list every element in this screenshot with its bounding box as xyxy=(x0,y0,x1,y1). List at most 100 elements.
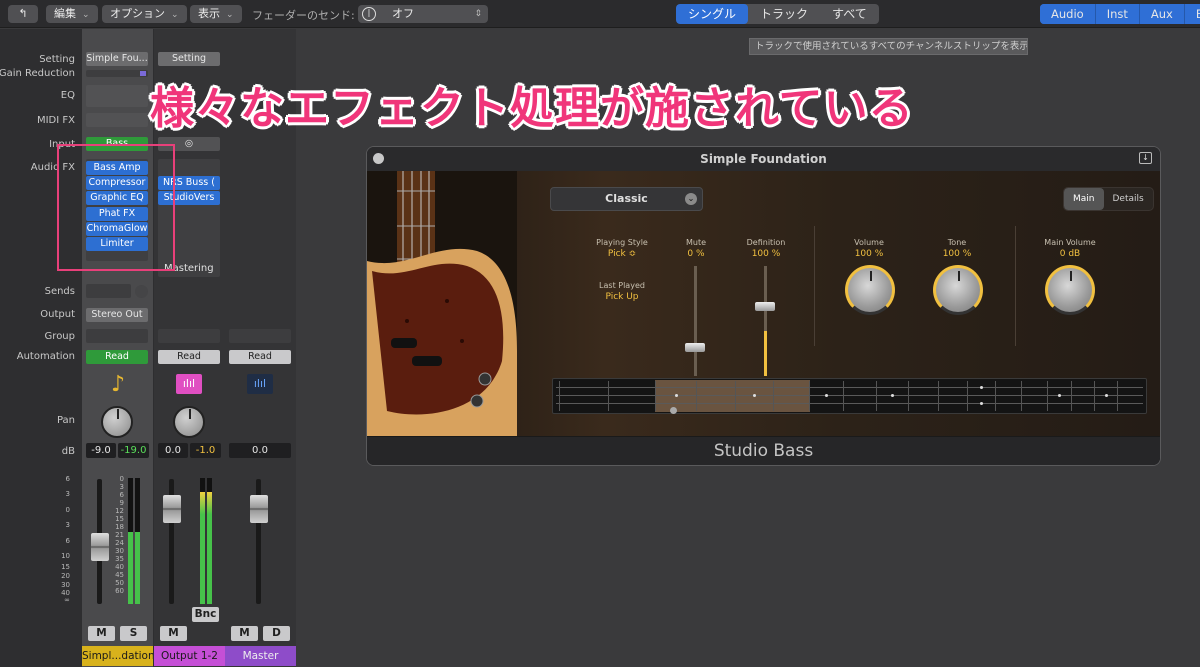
filter-inst[interactable]: Inst xyxy=(1094,4,1139,24)
main-volume-knob[interactable] xyxy=(1045,265,1095,315)
mute-label: Mute xyxy=(685,238,707,247)
fretboard-display[interactable] xyxy=(552,378,1147,414)
automation-button[interactable]: Read xyxy=(86,350,148,364)
fret-line xyxy=(908,381,909,411)
label-pan: Pan xyxy=(56,415,75,426)
send-knob[interactable] xyxy=(135,285,148,298)
volume-value[interactable]: -9.0 xyxy=(86,443,116,458)
output-button[interactable]: Stereo Out xyxy=(86,308,148,322)
fret-marker xyxy=(1105,394,1108,397)
fader-send-value: オフ xyxy=(392,7,414,20)
filter-bus[interactable]: B xyxy=(1183,4,1200,24)
channel-strip-simple-foundation: Simple Fou... Bass Bass Amp Compressor G… xyxy=(82,29,153,667)
bounce-button[interactable]: Bnc xyxy=(192,607,219,622)
definition-value: 100 % xyxy=(751,249,781,259)
fret-line xyxy=(1071,381,1072,411)
mute-button[interactable]: M xyxy=(231,626,258,641)
fret-line xyxy=(559,381,560,411)
tab-track[interactable]: トラック xyxy=(748,4,820,24)
playing-style-value[interactable]: Pick ≎ xyxy=(592,249,652,259)
send-slot[interactable] xyxy=(86,284,131,298)
scale-tick: 3 xyxy=(65,521,70,529)
scale-tick: 6 xyxy=(65,537,70,545)
preset-dropdown[interactable]: Classic ⌄ xyxy=(550,187,703,211)
mute-button[interactable]: M xyxy=(88,626,115,641)
filter-aux[interactable]: Aux xyxy=(1138,4,1184,24)
mute-button[interactable]: M xyxy=(160,626,187,641)
fretboard-position-handle[interactable] xyxy=(670,407,677,414)
pan-knob[interactable] xyxy=(173,406,205,438)
volume-knob[interactable] xyxy=(845,265,895,315)
download-icon[interactable]: ↓ xyxy=(1139,152,1152,164)
setting-button[interactable]: Simple Fou... xyxy=(86,52,148,66)
mute-slider[interactable] xyxy=(685,343,705,352)
meter-tick: 50 xyxy=(115,579,124,587)
fret-marker xyxy=(753,394,756,397)
fret-line xyxy=(843,381,844,411)
meter-tick: 12 xyxy=(115,507,124,515)
channel-name[interactable]: Output 1-2 xyxy=(154,646,225,666)
fret-marker xyxy=(980,386,983,389)
eq-slot[interactable] xyxy=(86,85,148,107)
group-slot[interactable] xyxy=(229,329,291,343)
definition-slider[interactable] xyxy=(755,302,775,311)
volume-value[interactable]: 0.0 xyxy=(158,443,188,458)
level-meter-right xyxy=(135,478,140,604)
group-slot[interactable] xyxy=(158,329,220,343)
level-meter-right xyxy=(207,478,212,604)
fret-line xyxy=(809,381,810,411)
plugin-body: Classic ⌄ Main Details Playing Style Pick… xyxy=(367,171,1160,436)
waveform-icon: ılıl xyxy=(176,374,202,394)
meter-tick: 6 xyxy=(119,491,124,499)
filter-audio[interactable]: Audio xyxy=(1040,4,1095,24)
edit-menu[interactable]: 編集 ⌄ xyxy=(46,5,98,23)
tone-knob[interactable] xyxy=(933,265,983,315)
tab-single[interactable]: シングル xyxy=(676,4,749,24)
setting-button[interactable]: Setting xyxy=(158,52,220,66)
channel-name[interactable]: Simpl...dation xyxy=(82,646,153,666)
midi-fx-slot[interactable] xyxy=(86,113,148,127)
view-menu[interactable]: 表示 ⌄ xyxy=(190,5,242,23)
last-played-label: Last Played xyxy=(599,281,645,290)
fretboard-string xyxy=(556,395,1143,396)
volume-fader[interactable] xyxy=(91,533,109,561)
volume-label: Volume xyxy=(854,238,884,247)
meter-tick: 45 xyxy=(115,571,124,579)
automation-button[interactable]: Read xyxy=(158,350,220,364)
main-volume-label: Main Volume xyxy=(1044,238,1096,247)
label-automation: Automation xyxy=(16,351,75,362)
label-output: Output xyxy=(40,309,75,320)
solo-button[interactable]: S xyxy=(120,626,147,641)
pan-knob[interactable] xyxy=(101,406,133,438)
automation-button[interactable]: Read xyxy=(229,350,291,364)
edit-menu-label: 編集 xyxy=(54,7,76,20)
fader-send-select[interactable]: | オフ ⇕ xyxy=(358,5,488,23)
fret-marker xyxy=(891,394,894,397)
label-setting: Setting xyxy=(39,54,75,65)
dim-button[interactable]: D xyxy=(263,626,290,641)
preset-value: Classic xyxy=(605,192,648,205)
options-menu[interactable]: オプション ⌄ xyxy=(102,5,187,23)
volume-value[interactable]: 0.0 xyxy=(229,443,291,458)
tab-main[interactable]: Main xyxy=(1064,188,1104,210)
channel-filter: Audio Inst Aux B xyxy=(1040,4,1200,24)
group-slot[interactable] xyxy=(86,329,148,343)
back-arrow-icon[interactable]: ↰ xyxy=(8,5,38,23)
channel-name[interactable]: Master xyxy=(225,646,296,666)
fret-line xyxy=(773,381,774,411)
fret-line xyxy=(1094,381,1095,411)
bass-guitar-image xyxy=(367,171,517,436)
scale-tick: 30 xyxy=(61,581,70,589)
tab-all[interactable]: すべて xyxy=(820,4,879,24)
label-gain-reduction: Gain Reduction xyxy=(0,68,75,79)
plugin-title: Simple Foundation xyxy=(367,147,1160,171)
close-icon[interactable] xyxy=(373,153,384,164)
options-menu-label: オプション xyxy=(110,7,165,20)
tone-value: 100 % xyxy=(942,249,972,259)
volume-fader[interactable] xyxy=(250,495,268,523)
meter-tick: 60 xyxy=(115,587,124,595)
fret-line xyxy=(655,381,656,411)
fret-line xyxy=(1117,381,1118,411)
tab-details[interactable]: Details xyxy=(1104,188,1153,210)
volume-fader[interactable] xyxy=(163,495,181,523)
